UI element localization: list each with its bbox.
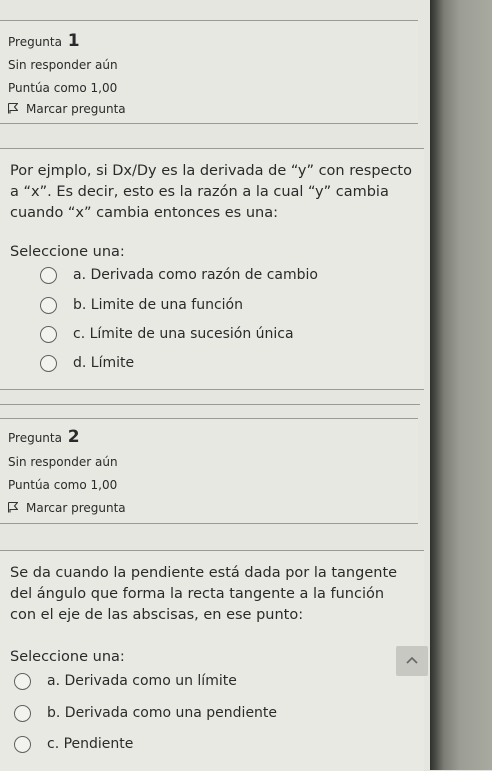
- quiz-page: Pregunta 1 Sin responder aún Puntúa como…: [0, 0, 430, 771]
- screen-bezel: [430, 0, 492, 770]
- question-2-option-a[interactable]: a. Derivada como un límite: [14, 671, 237, 691]
- radio-button[interactable]: [40, 325, 57, 343]
- question-2-select-label: Seleccione una:: [10, 649, 125, 665]
- question-1-status: Sin responder aún: [8, 58, 118, 72]
- flag-icon: [8, 103, 18, 114]
- radio-button[interactable]: [40, 266, 57, 284]
- flag-label: Marcar pregunta: [26, 501, 126, 515]
- flag-icon: [8, 502, 18, 513]
- radio-button[interactable]: [14, 672, 31, 690]
- divider: [0, 404, 420, 405]
- radio-button[interactable]: [40, 296, 57, 314]
- question-1-content: Por ejmplo, si Dx/Dy es la derivada de “…: [0, 148, 424, 390]
- question-1-select-label: Seleccione una:: [10, 244, 125, 260]
- question-1-option-c[interactable]: c. Límite de una sucesión única: [40, 324, 294, 344]
- option-label: b. Derivada como una pendiente: [47, 705, 278, 721]
- question-1-info: Pregunta 1 Sin responder aún Puntúa como…: [0, 20, 418, 124]
- question-2-flag-button[interactable]: Marcar pregunta: [8, 501, 126, 515]
- question-2-status: Sin responder aún: [8, 455, 118, 469]
- question-1-text: Por ejmplo, si Dx/Dy es la derivada de “…: [10, 163, 412, 221]
- question-1-option-d[interactable]: d. Límite: [40, 353, 134, 373]
- question-title-label: Pregunta: [8, 431, 62, 445]
- question-1-option-b[interactable]: b. Limite de una función: [40, 295, 243, 315]
- option-label: c. Pendiente: [47, 736, 134, 752]
- scroll-to-top-button[interactable]: [396, 646, 428, 676]
- option-label: c. Límite de una sucesión única: [73, 326, 294, 342]
- question-1-flag-button[interactable]: Marcar pregunta: [8, 102, 126, 116]
- question-number: 1: [67, 31, 80, 51]
- question-1-title: Pregunta 1: [8, 31, 80, 51]
- radio-button[interactable]: [14, 735, 31, 753]
- option-label: b. Limite de una función: [73, 297, 243, 313]
- question-2-text: Se da cuando la pendiente está dada por …: [10, 565, 398, 623]
- radio-button[interactable]: [14, 704, 31, 722]
- radio-button[interactable]: [40, 354, 57, 372]
- question-2-info: Pregunta 2 Sin responder aún Puntúa como…: [0, 418, 418, 524]
- question-2-content: Se da cuando la pendiente está dada por …: [0, 550, 424, 771]
- flag-label: Marcar pregunta: [26, 102, 126, 116]
- option-label: d. Límite: [73, 355, 135, 371]
- question-number: 2: [67, 427, 80, 447]
- question-2-title: Pregunta 2: [8, 427, 80, 447]
- question-title-label: Pregunta: [8, 35, 62, 49]
- question-2-option-b[interactable]: b. Derivada como una pendiente: [14, 703, 277, 723]
- option-label: a. Derivada como razón de cambio: [73, 267, 318, 283]
- chevron-up-icon: [406, 656, 418, 664]
- option-label: a. Derivada como un límite: [47, 673, 237, 689]
- question-2-option-c[interactable]: c. Pendiente: [14, 734, 133, 754]
- question-1-score: Puntúa como 1,00: [8, 81, 118, 95]
- question-2-score: Puntúa como 1,00: [8, 478, 118, 492]
- question-1-option-a[interactable]: a. Derivada como razón de cambio: [40, 265, 318, 285]
